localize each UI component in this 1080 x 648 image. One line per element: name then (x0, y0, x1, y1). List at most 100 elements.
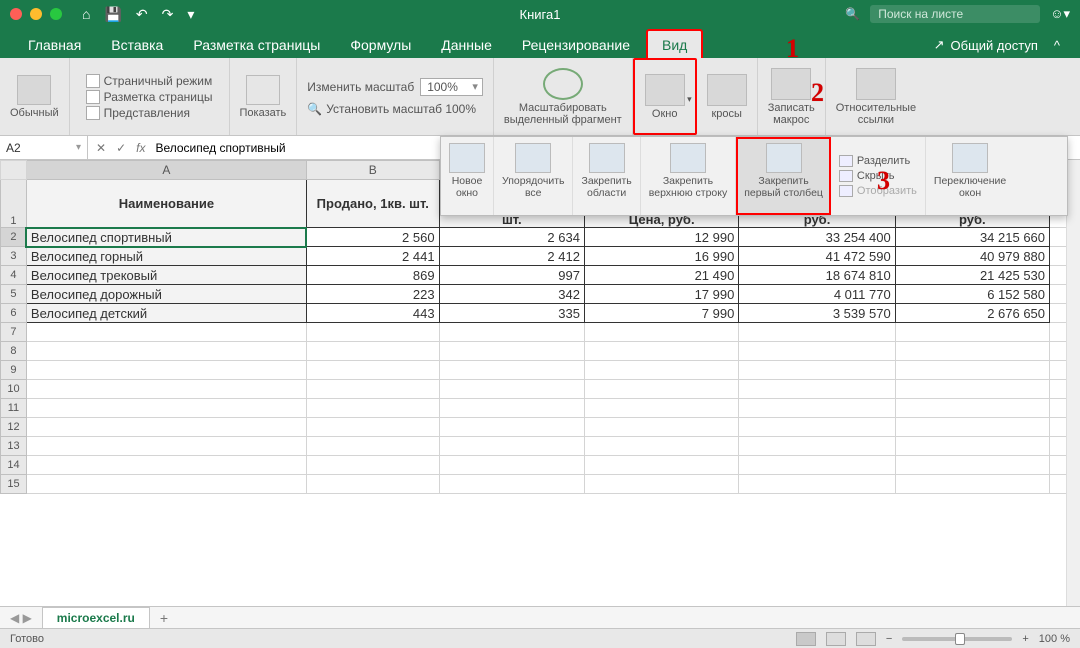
zoom-in-button[interactable]: + (1022, 633, 1028, 645)
sheet-tab[interactable]: microexcel.ru (42, 607, 150, 628)
home-icon[interactable]: ⌂ (82, 6, 90, 23)
new-window-icon (449, 143, 485, 173)
arrange-all-icon (515, 143, 551, 173)
freeze-first-column-button[interactable]: Закрепитьпервый столбец (736, 137, 831, 215)
macros-button[interactable]: кросы (697, 58, 758, 135)
vertical-scrollbar[interactable] (1066, 160, 1080, 606)
switch-windows-button[interactable]: Переключениеокон (926, 137, 1014, 215)
row-header-6[interactable]: 6 (1, 304, 27, 323)
confirm-icon[interactable]: ✓ (116, 141, 126, 155)
view-custom-views-button[interactable]: Представления (86, 106, 213, 120)
show-icon (246, 75, 280, 105)
freeze-first-column-icon (766, 143, 802, 173)
redo-icon[interactable]: ↷ (162, 6, 174, 23)
quick-access-toolbar: ⌂ 💾 ↶ ↷ ▾ (82, 6, 194, 23)
freeze-top-row-icon (670, 143, 706, 173)
col-header-a[interactable]: A (26, 161, 306, 180)
minimize-window-icon[interactable] (30, 8, 42, 20)
magnifier-icon: 🔍 (307, 102, 322, 116)
zoom-group: Изменить масштаб 100% 🔍 Установить масшт… (297, 58, 494, 135)
zoom-label: Изменить масштаб (307, 80, 414, 94)
view-normal-button[interactable]: Обычный (0, 58, 70, 135)
freeze-top-row-button[interactable]: Закрепитьверхнюю строку (641, 137, 736, 215)
formula-input[interactable]: Велосипед спортивный (155, 141, 285, 155)
tab-formulas[interactable]: Формулы (336, 31, 425, 58)
record-macro-icon (771, 68, 811, 100)
custom-views-icon (86, 106, 100, 120)
show-button[interactable]: Показать (230, 58, 298, 135)
annotation-2: 2 (811, 78, 824, 108)
sheet-tabs-bar: ◀ ▶ microexcel.ru + (0, 606, 1080, 628)
tab-home[interactable]: Главная (14, 31, 95, 58)
close-window-icon[interactable] (10, 8, 22, 20)
fx-icon[interactable]: fx (136, 141, 145, 155)
zoom-window-icon[interactable] (50, 8, 62, 20)
view-normal-status-button[interactable] (796, 632, 816, 646)
zoom-slider[interactable] (902, 637, 1012, 641)
select-all-corner[interactable] (1, 161, 27, 180)
row-header-4[interactable]: 4 (1, 266, 27, 285)
cancel-icon[interactable]: ✕ (96, 141, 106, 155)
ribbon-tabs: Главная Вставка Разметка страницы Формул… (0, 28, 1080, 58)
status-ready: Готово (10, 633, 44, 645)
arrange-all-button[interactable]: Упорядочитьвсе (494, 137, 573, 215)
view-page-break-button[interactable]: Страничный режим (86, 74, 213, 88)
page-break-icon (86, 74, 100, 88)
freeze-panes-button[interactable]: Закрепитьобласти (573, 137, 640, 215)
col-header-b[interactable]: B (306, 161, 439, 180)
hide-icon (839, 170, 853, 182)
zoom-to-selection-button[interactable]: Масштабировать выделенный фрагмент (494, 58, 633, 135)
tab-insert[interactable]: Вставка (97, 31, 177, 58)
spreadsheet[interactable]: A B C D E F 1 Наименование Продано, 1кв.… (0, 160, 1080, 606)
switch-windows-icon (952, 143, 988, 173)
save-icon[interactable]: 💾 (104, 6, 121, 23)
tab-review[interactable]: Рецензирование (508, 31, 644, 58)
window-controls (10, 8, 62, 20)
row-header-5[interactable]: 5 (1, 285, 27, 304)
zoom-out-button[interactable]: − (886, 633, 892, 645)
zoom-dropdown[interactable]: 100% (420, 78, 483, 96)
unhide-icon (839, 185, 853, 197)
status-bar: Готово − + 100 % (0, 628, 1080, 648)
row-header-2[interactable]: 2 (1, 228, 27, 247)
workbook-views-group: Страничный режим Разметка страницы Предс… (70, 58, 230, 135)
search-input[interactable]: Поиск на листе (870, 5, 1040, 23)
new-window-button[interactable]: Новоеокно (441, 137, 494, 215)
undo-icon[interactable]: ↶ (136, 6, 148, 23)
collapse-ribbon-icon[interactable]: ^ (1054, 38, 1060, 53)
view-page-layout-button[interactable]: Разметка страницы (86, 90, 213, 104)
search-icon[interactable]: 🔍 (845, 7, 860, 21)
row-header-3[interactable]: 3 (1, 247, 27, 266)
view-page-layout-status-button[interactable] (826, 632, 846, 646)
circle-icon (543, 68, 583, 100)
header-sold-q1[interactable]: Продано, 1кв. шт. (306, 180, 439, 228)
window-icon: ▾ (645, 74, 685, 106)
relative-refs-button[interactable]: Относительные ссылки (826, 58, 926, 135)
header-name[interactable]: Наименование (26, 180, 306, 228)
annotation-3: 3 (877, 166, 890, 196)
split-icon (839, 155, 853, 167)
tab-page-layout[interactable]: Разметка страницы (179, 31, 334, 58)
share-icon: ↗ (934, 37, 945, 53)
cell-a2[interactable]: Велосипед спортивный (26, 228, 306, 247)
add-sheet-button[interactable]: + (150, 610, 178, 626)
tab-data[interactable]: Данные (427, 31, 506, 58)
divider-icon: ▾ (187, 6, 194, 23)
ribbon: Обычный Страничный режим Разметка страни… (0, 58, 1080, 136)
window-button[interactable]: ▾ Окно (633, 58, 697, 135)
grid-icon (17, 75, 51, 105)
page-layout-icon (86, 90, 100, 104)
relative-refs-icon (856, 68, 896, 100)
tab-view[interactable]: Вид (646, 29, 703, 58)
row-header-1[interactable]: 1 (1, 180, 27, 228)
document-title: Книга1 (520, 7, 561, 22)
view-page-break-status-button[interactable] (856, 632, 876, 646)
account-icon[interactable]: ☺▾ (1050, 6, 1070, 22)
zoom-percent[interactable]: 100 % (1039, 633, 1070, 645)
zoom-100-button[interactable]: 🔍 Установить масштаб 100% (307, 102, 476, 116)
sheet-nav-arrows[interactable]: ◀ ▶ (0, 611, 42, 625)
name-box[interactable]: A2▾ (0, 136, 88, 159)
share-button[interactable]: ↗ Общий доступ ^ (928, 37, 1066, 58)
window-menu-popup: Новоеокно Упорядочитьвсе Закрепитьобласт… (440, 136, 1068, 216)
annotation-1: 1 (786, 34, 799, 64)
